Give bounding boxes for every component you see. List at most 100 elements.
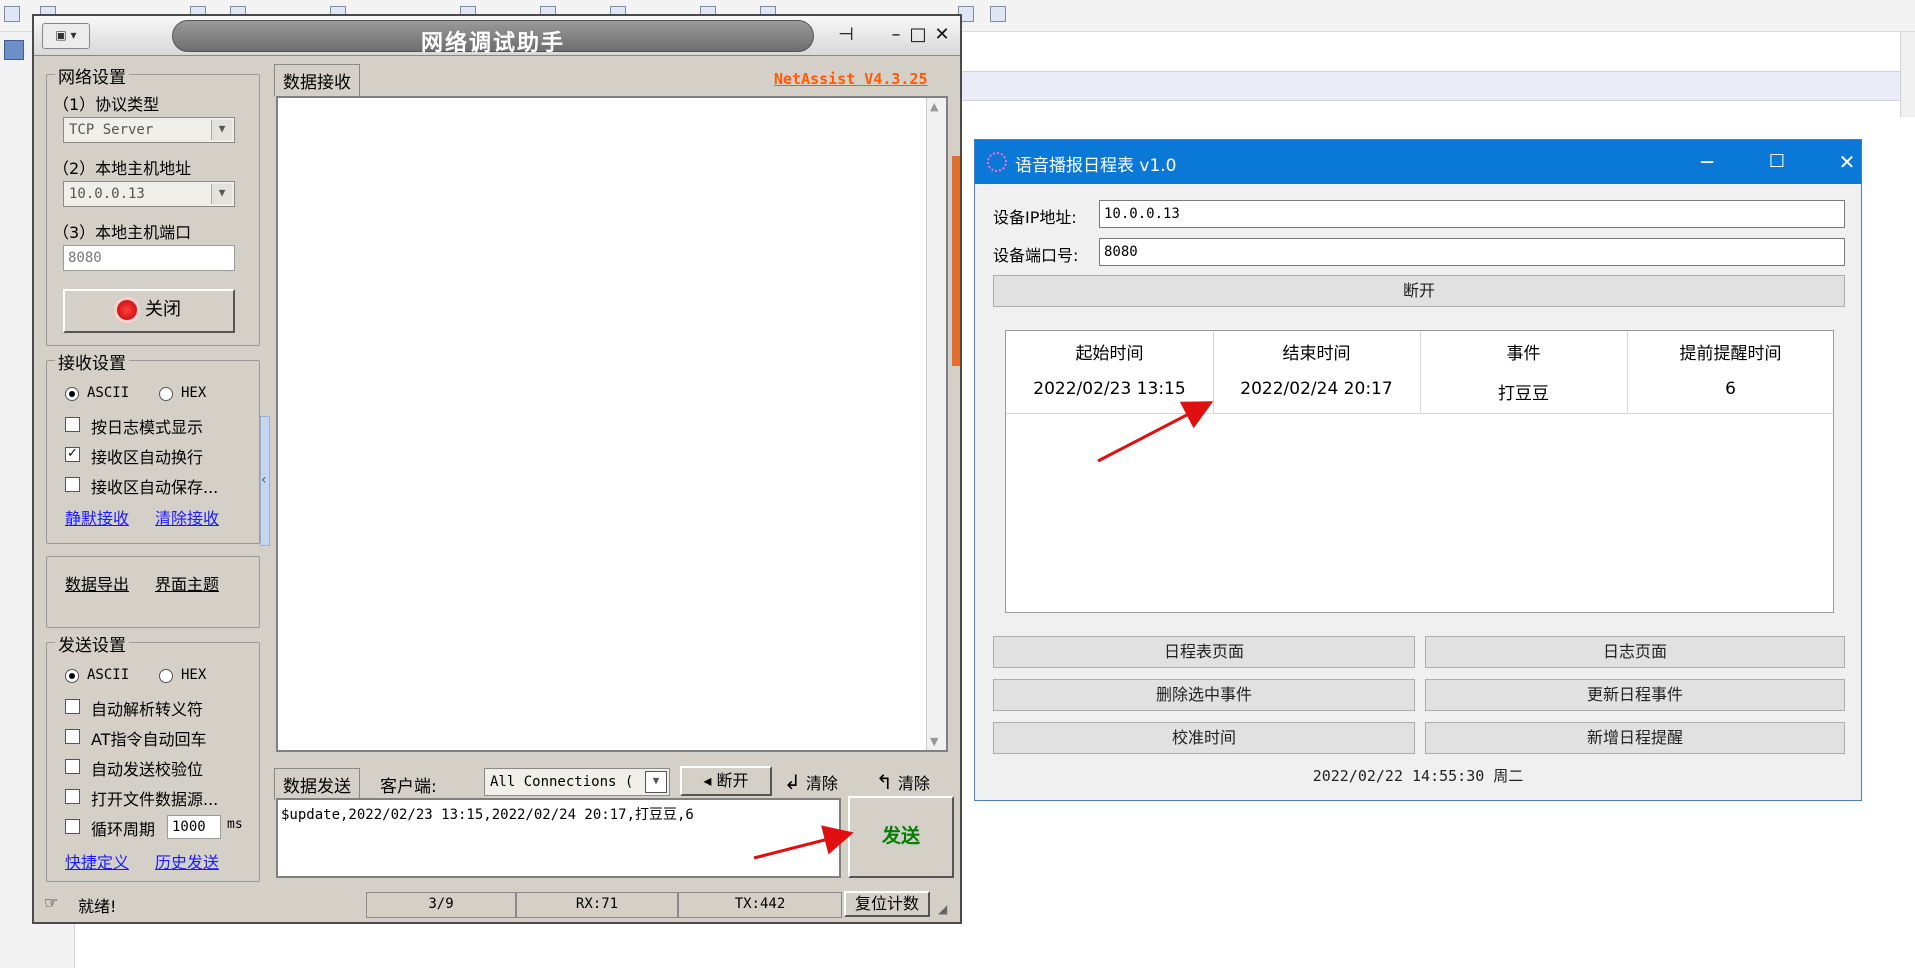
maximize-button[interactable]: □ [906,24,930,48]
maximize-button[interactable]: ☐ [1757,148,1797,176]
client-value: All Connections ( [490,774,634,790]
orange-splitter [952,156,960,366]
ui-theme-link[interactable]: 界面主题 [155,571,219,595]
disconnect-button[interactable]: ◂ 断开 [680,766,772,796]
status-tx: TX:442 [678,892,842,918]
send-hex-radio[interactable] [159,669,173,683]
log-page-button[interactable]: 日志页面 [1425,636,1845,668]
cell-advance-reminder: 6 [1725,379,1736,399]
scroll-down-icon[interactable]: ▼ [930,735,938,748]
delete-event-button[interactable]: 删除选中事件 [993,679,1415,711]
port-field[interactable]: 8080 [63,245,235,271]
netassist-window: ▣ ▾ 网络调试助手 ⊣ – □ ✕ 网络设置 （1）协议类型 TCP Serv… [32,14,962,924]
minimize-button[interactable]: ─ [1687,148,1727,176]
recv-settings-title: 接收设置 [55,349,129,374]
log-mode-label: 按日志模式显示 [91,418,204,437]
send-textarea[interactable]: $update,2022/02/23 13:15,2022/02/24 20:1… [276,798,841,878]
column-header-end-time[interactable]: 结束时间 [1213,339,1420,364]
host-label: （2）本地主机地址 [53,159,192,178]
clear-label-2: 清除 [897,774,930,793]
netassist-titlebar[interactable]: ▣ ▾ 网络调试助手 ⊣ – □ ✕ [34,16,960,56]
clear-button-2[interactable]: ↰ 清除 [876,770,930,794]
shortcut-link[interactable]: 快捷定义 [65,849,129,873]
status-led-icon [117,300,137,320]
host-value: 10.0.0.13 [69,186,145,202]
save-icon[interactable] [4,40,24,60]
checksum-checkbox[interactable] [65,759,80,774]
ip-input[interactable]: 10.0.0.13 [1099,200,1845,228]
log-mode-checkbox[interactable] [65,417,80,432]
chevron-down-icon[interactable]: ▼ [211,184,232,204]
pin-icon[interactable]: ⊣ [834,24,858,48]
send-button[interactable]: 发送 [848,796,954,878]
silent-recv-link[interactable]: 静默接收 [65,505,129,529]
loop-period-field[interactable]: 1000 [167,815,221,839]
panel-collapse-handle[interactable]: ‹ [260,416,270,546]
add-reminder-button[interactable]: 新增日程提醒 [1425,722,1845,754]
cell-event: 打豆豆 [1498,384,1549,404]
clear-recv-link[interactable]: 清除接收 [155,505,219,529]
chevron-down-icon[interactable]: ▼ [211,120,232,140]
chevron-down-icon[interactable]: ▼ [645,771,667,793]
clear-button-1[interactable]: ↲ 清除 [784,770,838,794]
tab-data-receive[interactable]: 数据接收 [274,64,360,96]
column-header-start-time[interactable]: 起始时间 [1006,339,1213,364]
minimize-button[interactable]: – [884,24,908,48]
current-datetime: 2022/02/22 14:55:30 周二 [1312,767,1524,785]
protocol-label: （1）协议类型 [53,95,160,114]
receive-scrollbar[interactable]: ▲ ▼ [926,98,946,750]
background-scrollbar[interactable] [1900,32,1915,117]
data-export-link[interactable]: 数据导出 [65,571,129,595]
loop-label: 循环周期 [91,820,156,839]
calibrate-time-button[interactable]: 校准时间 [993,722,1415,754]
host-select[interactable]: 10.0.0.13 ▼ [63,181,235,207]
arrow-up-left-icon: ↰ [876,770,893,794]
disconnect-button[interactable]: 断开 [993,275,1845,307]
ip-label: 设备IP地址: [993,208,1077,227]
port-input[interactable]: 8080 [1099,238,1845,266]
arrow-left-icon: ◂ [703,771,712,790]
port-label: （3）本地主机端口 [53,223,192,242]
close-window-button[interactable]: ✕ [1827,148,1867,176]
schedule-titlebar[interactable]: 语音播报日程表 v1.0 ─ ☐ ✕ [975,140,1861,184]
at-cr-checkbox[interactable] [65,729,80,744]
auto-wrap-checkbox[interactable]: ✓ [65,447,80,462]
recv-ascii-radio[interactable] [65,387,79,401]
schedule-title: 语音播报日程表 v1.0 [1015,156,1177,176]
protocol-select[interactable]: TCP Server ▼ [63,117,235,143]
recv-hex-label: HEX [181,385,207,401]
loop-checkbox[interactable] [65,819,80,834]
new-file-icon[interactable] [4,6,20,22]
resize-grip-icon[interactable]: ◢ [938,902,947,916]
parse-escape-checkbox[interactable] [65,699,80,714]
tab-data-send[interactable]: 数据发送 [274,768,360,800]
schedule-table[interactable]: 起始时间 结束时间 事件 提前提醒时间 2022/02/23 13:15 202… [1005,330,1834,613]
settings-icon[interactable] [990,6,1006,22]
update-event-button[interactable]: 更新日程事件 [1425,679,1845,711]
client-select[interactable]: All Connections ( ▼ [484,768,670,796]
chevron-left-icon[interactable]: ‹ [261,472,267,488]
status-rx: RX:71 [516,892,678,918]
receive-textarea[interactable]: ▲ ▼ [276,96,948,752]
port-value: 8080 [68,250,102,266]
history-link[interactable]: 历史发送 [155,849,219,873]
scroll-up-icon[interactable]: ▲ [930,100,938,113]
close-window-button[interactable]: ✕ [930,24,954,48]
port-label: 设备端口号: [993,246,1079,265]
close-connection-button[interactable]: 关闭 [63,289,235,333]
cell-end-time: 2022/02/24 20:17 [1240,379,1393,399]
column-header-advance-reminder[interactable]: 提前提醒时间 [1627,339,1834,364]
auto-save-checkbox[interactable] [65,477,80,492]
column-header-event[interactable]: 事件 [1420,339,1627,364]
version-link[interactable]: NetAssist V4.3.25 [774,70,928,88]
reset-count-button[interactable]: 复位计数 [844,891,930,917]
send-ascii-radio[interactable] [65,669,79,683]
open-file-checkbox[interactable] [65,789,80,804]
net-settings-group: 网络设置 （1）协议类型 TCP Server ▼ （2）本地主机地址 10.0… [46,63,260,346]
cell-start-time: 2022/02/23 13:15 [1033,379,1186,399]
system-menu-icon[interactable]: ▣ ▾ [42,23,90,49]
background-editor-strip [960,71,1915,101]
recv-hex-radio[interactable] [159,387,173,401]
schedule-page-button[interactable]: 日程表页面 [993,636,1415,668]
app-logo-icon [987,152,1007,172]
